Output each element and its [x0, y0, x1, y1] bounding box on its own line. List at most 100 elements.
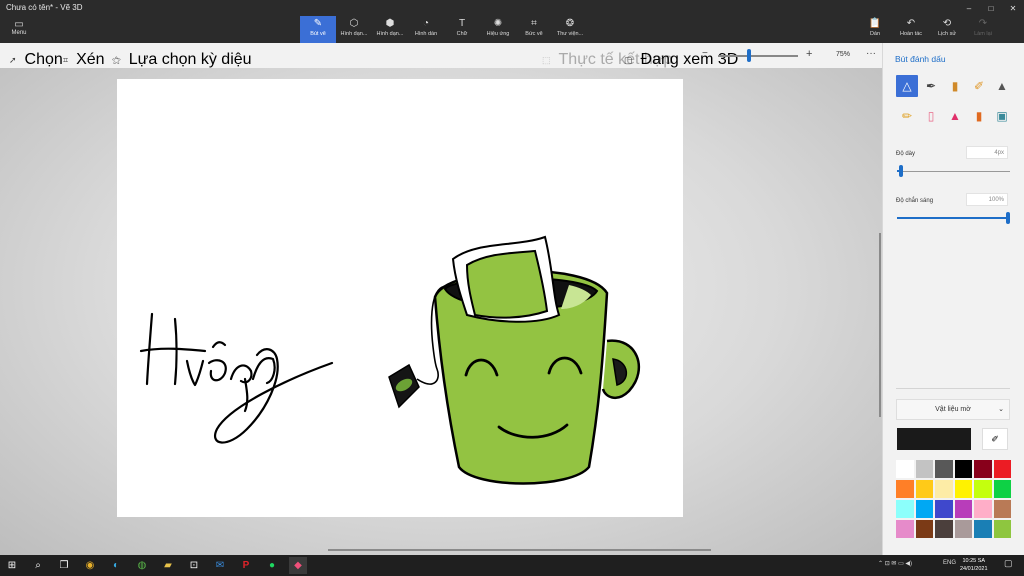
tool-library[interactable]: ❂ Thư viện...	[552, 16, 588, 43]
brush-eraser[interactable]: ▯	[920, 105, 942, 127]
thickness-slider-track[interactable]	[897, 171, 1010, 172]
drawing-canvas[interactable]	[117, 79, 683, 517]
horizontal-scrollbar[interactable]	[328, 549, 711, 551]
color-swatch[interactable]	[895, 479, 915, 499]
search-icon[interactable]: ⌕	[29, 557, 47, 574]
task-view-icon[interactable]: ❐	[55, 557, 73, 574]
paste-button[interactable]: 📋 Dán	[857, 16, 893, 43]
tool-canvas[interactable]: ⌗ Bức vẽ	[516, 16, 552, 43]
material-dropdown[interactable]: Vật liệu mờ ⌄	[896, 399, 1010, 420]
tool-label: Làm lại	[974, 31, 992, 37]
color-swatch[interactable]	[895, 499, 915, 519]
chrome-icon[interactable]: ◉	[81, 557, 99, 574]
select-label: Chọn	[24, 51, 63, 68]
spotify-icon[interactable]: ●	[263, 557, 281, 574]
brush-pixel[interactable]: ▲	[991, 75, 1013, 97]
redo-button[interactable]: ↷ Làm lại	[965, 16, 1001, 43]
undo-button[interactable]: ↶ Hoàn tác	[893, 16, 929, 43]
color-swatch[interactable]	[914, 459, 934, 479]
tool-effects[interactable]: ✺ Hiệu ứng	[480, 16, 516, 43]
brush-watercolor[interactable]: ✐	[968, 75, 990, 97]
opacity-slider-thumb[interactable]	[1006, 212, 1010, 224]
zoom-out-button[interactable]: −	[702, 48, 708, 59]
brush-pencil[interactable]: ✏	[896, 105, 918, 127]
tool-2d-shapes[interactable]: ⬡ Hình dạn...	[336, 16, 372, 43]
close-button[interactable]: ✕	[1002, 0, 1024, 16]
brush-oil[interactable]: ▮	[944, 75, 966, 97]
mail-icon[interactable]: ✉	[211, 557, 229, 574]
windows-start-icon[interactable]: ⊞	[3, 557, 21, 574]
vertical-scrollbar[interactable]	[879, 233, 881, 417]
more-options-icon[interactable]: ···	[866, 48, 876, 59]
color-swatch[interactable]	[992, 519, 1012, 539]
brush-spray[interactable]: ▮	[968, 105, 990, 127]
current-color-swatch[interactable]	[897, 428, 971, 450]
notification-icon[interactable]: ▢	[1004, 558, 1013, 569]
opacity-input[interactable]: 100%	[966, 193, 1008, 206]
brush-crayon[interactable]: ▲	[944, 105, 966, 127]
view-3d-button[interactable]: ▢ Đang xem 3D	[624, 51, 738, 69]
brush-calligraphy[interactable]: ✒	[920, 75, 942, 97]
color-swatch[interactable]	[992, 499, 1012, 519]
brush-marker[interactable]: △	[896, 75, 918, 97]
language-indicator[interactable]: ENG	[943, 560, 956, 566]
menu-button[interactable]: ▭ Menu	[6, 19, 32, 36]
color-swatch[interactable]	[973, 459, 993, 479]
tool-brushes[interactable]: ✎ Bút vẽ	[300, 16, 336, 43]
tool-label: Hoàn tác	[899, 31, 922, 37]
select-button[interactable]: ➚ Chọn	[9, 51, 63, 69]
zoom-value[interactable]: 75%	[836, 51, 850, 58]
color-swatch[interactable]	[934, 499, 954, 519]
color-swatch[interactable]	[953, 519, 973, 539]
color-swatch[interactable]	[953, 459, 973, 479]
color-swatch[interactable]	[914, 479, 934, 499]
paint3d-icon[interactable]: ◆	[289, 557, 307, 574]
edge-icon[interactable]: ◐	[107, 557, 125, 574]
color-swatch[interactable]	[973, 499, 993, 519]
canvas-drawing	[139, 235, 640, 485]
thickness-input[interactable]: 4px	[966, 146, 1008, 159]
maximize-button[interactable]: □	[980, 0, 1002, 16]
tray-icons[interactable]: ⌃ ⊡ ✉ ▭ ◀)	[878, 560, 912, 567]
color-swatch[interactable]	[914, 499, 934, 519]
color-swatch[interactable]	[953, 479, 973, 499]
tool-text[interactable]: T Chữ	[444, 16, 480, 43]
clock[interactable]: 10:25 SA 24/01/2021	[960, 557, 988, 573]
magic-select-label: Lựa chọn kỳ diệu	[128, 51, 252, 68]
store-icon[interactable]: ⊡	[185, 557, 203, 574]
color-swatch[interactable]	[992, 479, 1012, 499]
color-swatch[interactable]	[895, 519, 915, 539]
file-explorer-icon[interactable]: ▰	[159, 557, 177, 574]
history-button[interactable]: ⟲ Lịch sử	[929, 16, 965, 43]
library-icon: ❂	[565, 18, 575, 29]
magic-select-button[interactable]: ⚝ Lựa chọn kỳ diệu	[112, 51, 252, 69]
color-swatch[interactable]	[934, 479, 954, 499]
color-swatch[interactable]	[914, 519, 934, 539]
color-swatch[interactable]	[934, 459, 954, 479]
oil-brush-icon: ▮	[951, 79, 959, 93]
crop-button[interactable]: ⌗ Xén	[63, 51, 105, 69]
zoom-slider-track[interactable]	[718, 55, 798, 57]
color-swatch[interactable]	[973, 519, 993, 539]
color-swatch[interactable]	[895, 459, 915, 479]
right-toolbar: 📋 Dán ↶ Hoàn tác ⟲ Lịch sử ↷ Làm lại	[857, 16, 1001, 43]
tool-3d-shapes[interactable]: ⬢ Hình dạn...	[372, 16, 408, 43]
color-swatch[interactable]	[934, 519, 954, 539]
2d-shapes-icon: ⬡	[349, 18, 359, 29]
crop-icon: ⌗	[63, 54, 69, 65]
color-swatch[interactable]	[973, 479, 993, 499]
pinterest-icon[interactable]: P	[237, 557, 255, 574]
eyedropper-button[interactable]: ✐	[982, 428, 1008, 450]
chrome-alt-icon[interactable]: ◍	[133, 557, 151, 574]
crayon-icon: ▲	[949, 109, 961, 123]
zoom-slider-thumb[interactable]	[747, 49, 751, 62]
brush-fill[interactable]: ▣	[991, 105, 1013, 127]
color-swatch[interactable]	[953, 499, 973, 519]
history-icon: ⟲	[942, 18, 952, 29]
thickness-slider-thumb[interactable]	[899, 165, 903, 177]
zoom-in-button[interactable]: +	[806, 48, 812, 60]
color-swatch[interactable]	[992, 459, 1012, 479]
tool-stickers[interactable]: ◔ Hình dán	[408, 16, 444, 43]
minimize-button[interactable]: –	[958, 0, 980, 16]
tool-label: Thư viện...	[556, 31, 584, 37]
